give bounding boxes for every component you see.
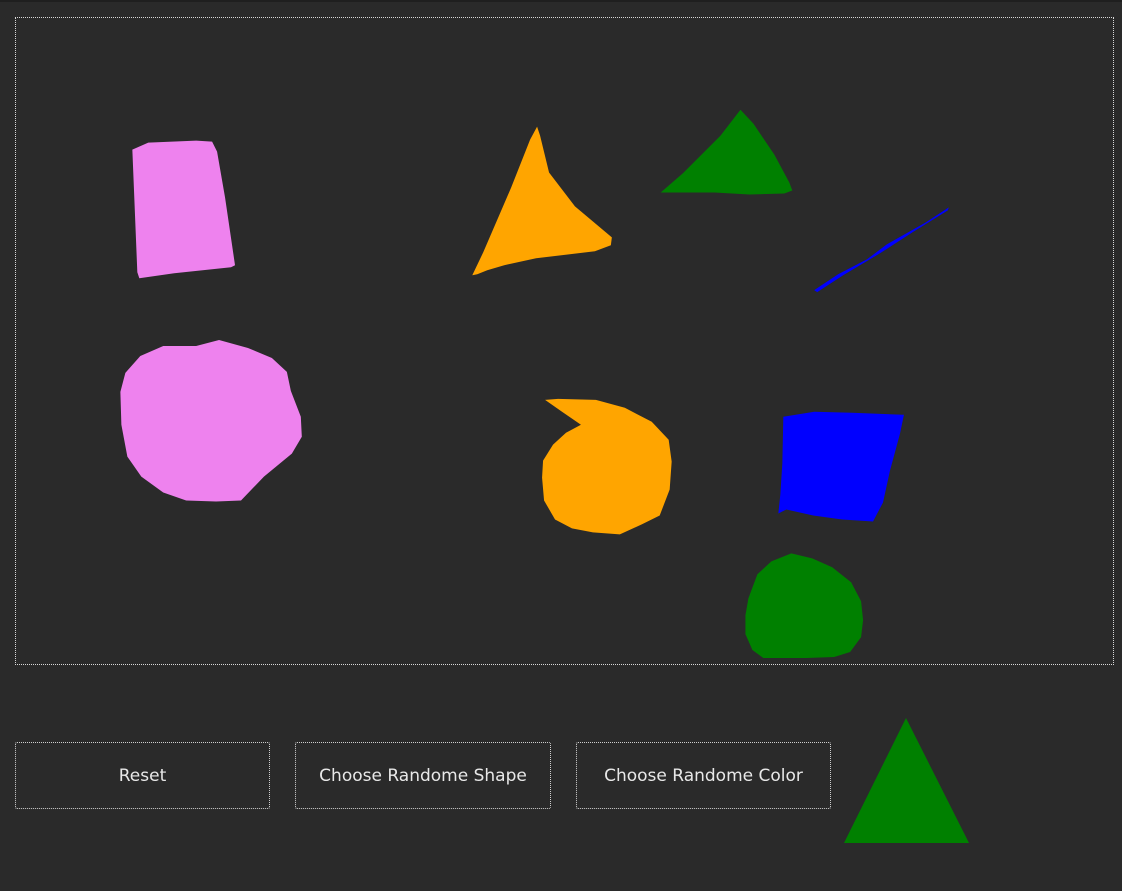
orange-circle-shape	[542, 398, 672, 535]
app-window: Reset Choose Randome Shape Choose Random…	[0, 0, 1122, 891]
reset-button[interactable]: Reset	[15, 742, 270, 809]
choose-random-color-button[interactable]: Choose Randome Color	[576, 742, 831, 809]
blue-quadrilateral-shape	[778, 411, 904, 522]
pink-quadrilateral-shape	[132, 140, 236, 279]
drawing-canvas[interactable]	[15, 17, 1114, 665]
green-circle-shape	[745, 553, 864, 659]
selected-shape-preview	[844, 718, 969, 843]
green-triangle-shape	[660, 109, 793, 195]
blue-line-shape	[814, 207, 949, 293]
canvas-svg[interactable]	[16, 18, 1113, 664]
pink-circle-shape	[120, 340, 302, 502]
choose-random-shape-button[interactable]: Choose Randome Shape	[295, 742, 551, 809]
orange-triangle-shape	[472, 126, 612, 276]
preview-triangle-shape	[844, 718, 969, 843]
